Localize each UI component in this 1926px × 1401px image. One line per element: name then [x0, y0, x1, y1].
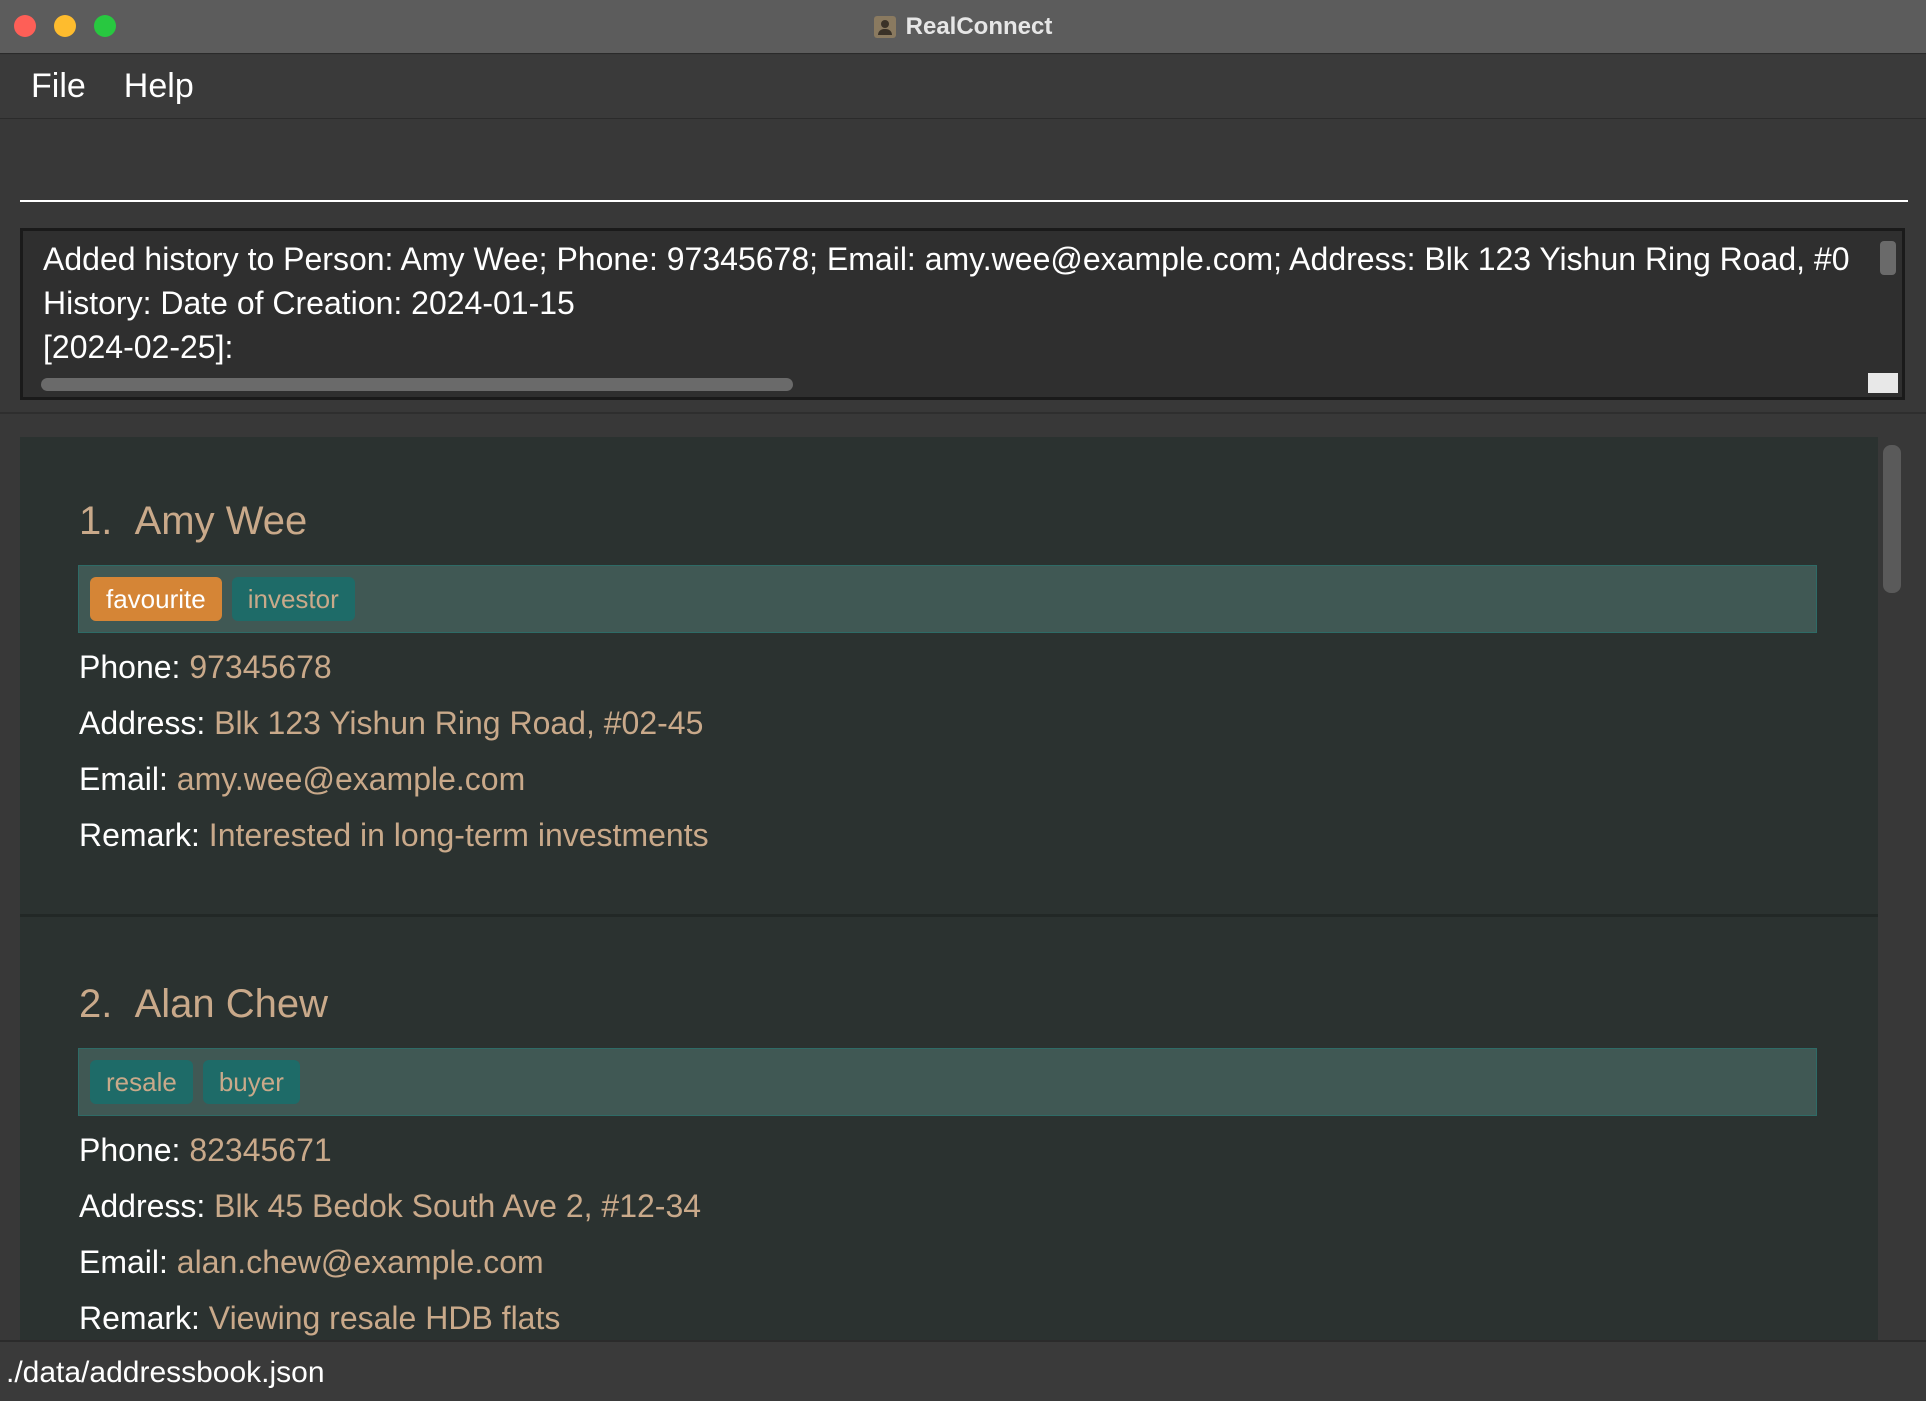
scroll-corner	[1868, 373, 1898, 393]
email-label: Email:	[79, 761, 168, 797]
email-field: Email: amy.wee@example.com	[79, 761, 525, 798]
person-list-panel: 1. Amy Wee favourite investor Phone: 973…	[0, 415, 1926, 1340]
menu-file[interactable]: File	[31, 67, 86, 106]
remark-field: Remark: Viewing resale HDB flats	[79, 1300, 560, 1337]
menu-bar: File Help	[0, 55, 1926, 119]
person-name: 2. Alan Chew	[79, 982, 328, 1027]
phone-value: 82345671	[189, 1132, 332, 1168]
email-label: Email:	[79, 1244, 168, 1280]
tag-row: resale buyer	[78, 1048, 1817, 1116]
remark-value: Viewing resale HDB flats	[208, 1300, 561, 1336]
result-display[interactable]: Added history to Person: Amy Wee; Phone:…	[20, 228, 1905, 400]
address-field: Address: Blk 123 Yishun Ring Road, #02-4…	[79, 705, 703, 742]
remark-label: Remark:	[79, 1300, 200, 1336]
email-field: Email: alan.chew@example.com	[79, 1244, 544, 1281]
result-display-area: Added history to Person: Amy Wee; Phone:…	[0, 216, 1926, 414]
result-vertical-scrollbar[interactable]	[1880, 241, 1896, 275]
phone-label: Phone:	[79, 649, 181, 685]
result-line: [2024-02-25]:	[43, 329, 234, 365]
address-field: Address: Blk 45 Bedok South Ave 2, #12-3…	[79, 1188, 701, 1225]
tag-row: favourite investor	[78, 565, 1817, 633]
tag-favourite: favourite	[90, 577, 222, 621]
remark-value: Interested in long-term investments	[208, 817, 709, 853]
email-value: amy.wee@example.com	[176, 761, 526, 797]
tag-resale: resale	[90, 1060, 193, 1104]
command-input[interactable]	[20, 130, 1908, 202]
address-label: Address:	[79, 1188, 206, 1224]
list-vertical-scrollbar[interactable]	[1883, 445, 1901, 593]
status-bar: ./data/addressbook.json	[0, 1340, 1926, 1401]
phone-label: Phone:	[79, 1132, 181, 1168]
app-contact-icon	[873, 16, 896, 38]
person-index: 2.	[79, 982, 113, 1026]
address-value: Blk 123 Yishun Ring Road, #02-45	[214, 705, 704, 741]
phone-value: 97345678	[189, 649, 332, 685]
address-value: Blk 45 Bedok South Ave 2, #12-34	[214, 1188, 702, 1224]
title-bar: RealConnect	[0, 0, 1926, 54]
person-list[interactable]: 1. Amy Wee favourite investor Phone: 973…	[20, 437, 1878, 1340]
command-box-area	[0, 120, 1926, 216]
remark-field: Remark: Interested in long-term investme…	[79, 817, 709, 854]
phone-field: Phone: 97345678	[79, 649, 332, 686]
result-line: Added history to Person: Amy Wee; Phone:…	[43, 241, 1850, 277]
result-horizontal-scrollbar[interactable]	[41, 378, 793, 391]
window-title-group: RealConnect	[0, 0, 1926, 54]
tag-buyer: buyer	[202, 1060, 300, 1104]
address-label: Address:	[79, 705, 206, 741]
window-title: RealConnect	[905, 13, 1053, 40]
person-name-text: Amy Wee	[134, 499, 308, 543]
email-value: alan.chew@example.com	[176, 1244, 544, 1280]
person-card[interactable]: 1. Amy Wee favourite investor Phone: 973…	[20, 437, 1878, 917]
person-card[interactable]: 2. Alan Chew resale buyer Phone: 8234567…	[20, 920, 1878, 1340]
person-name: 1. Amy Wee	[79, 499, 307, 544]
menu-help[interactable]: Help	[124, 67, 194, 106]
data-file-path: ./data/addressbook.json	[6, 1356, 325, 1389]
remark-label: Remark:	[79, 817, 200, 853]
person-name-text: Alan Chew	[134, 982, 329, 1026]
person-index: 1.	[79, 499, 113, 543]
result-line: History: Date of Creation: 2024-01-15	[43, 285, 575, 321]
phone-field: Phone: 82345671	[79, 1132, 332, 1169]
tag-investor: investor	[231, 577, 355, 621]
